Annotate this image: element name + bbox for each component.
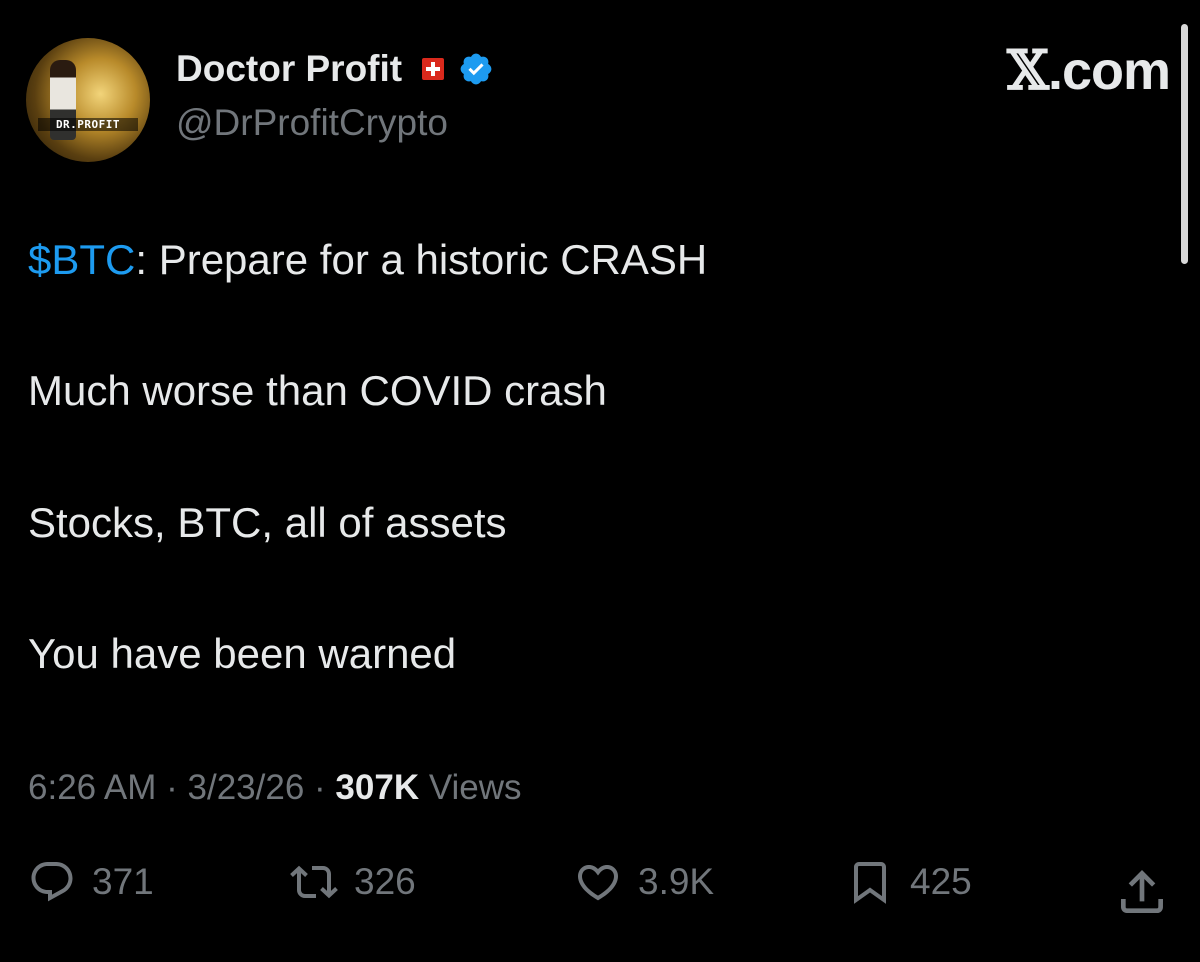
tweet-date[interactable]: 3/23/26 xyxy=(188,768,305,807)
reply-icon xyxy=(31,862,73,902)
tweet-header: DR.PROFIT Doctor Profit @DrProfitCrypto xyxy=(26,38,1176,162)
views-label: Views xyxy=(419,768,522,807)
author-name-row: Doctor Profit xyxy=(176,48,494,90)
meta-separator: · xyxy=(156,768,188,807)
tweet-line-2: Much worse than COVID crash xyxy=(28,367,607,414)
bookmark-icon xyxy=(854,862,886,904)
avatar[interactable]: DR.PROFIT xyxy=(26,38,150,162)
repost-count: 326 xyxy=(354,861,416,902)
reply-count: 371 xyxy=(92,861,154,902)
tweet-line-3: Stocks, BTC, all of assets xyxy=(28,499,507,546)
reply-button[interactable]: 371 xyxy=(28,858,154,906)
tweet-line-1-text: : Prepare for a historic CRASH xyxy=(135,236,708,283)
swiss-flag-icon xyxy=(422,58,445,80)
tweet-meta: 6:26 AM · 3/23/26 · 307K Views xyxy=(28,768,522,808)
meta-separator: · xyxy=(304,768,336,807)
brand-domain: .com xyxy=(1047,41,1171,101)
action-bar: 371 326 3.9K 425 xyxy=(0,858,1200,922)
verified-badge-icon[interactable] xyxy=(458,51,494,87)
cashtag-link[interactable]: $BTC xyxy=(28,236,135,283)
tweet-line-1: $BTC: Prepare for a historic CRASH xyxy=(28,236,707,284)
like-button[interactable]: 3.9K xyxy=(574,858,714,906)
heart-icon xyxy=(577,865,619,901)
x-logo-glyph: 𝕏 xyxy=(1007,38,1049,102)
author-display-name[interactable]: Doctor Profit xyxy=(176,48,402,90)
tweet-line-4: You have been warned xyxy=(28,630,457,677)
repost-icon xyxy=(290,865,338,899)
tweet-time[interactable]: 6:26 AM xyxy=(28,768,156,807)
like-count: 3.9K xyxy=(638,861,715,902)
bookmark-count: 425 xyxy=(910,861,972,902)
repost-button[interactable]: 326 xyxy=(290,858,416,906)
share-icon[interactable] xyxy=(1114,864,1170,920)
bookmark-button[interactable]: 425 xyxy=(846,858,972,906)
author-handle[interactable]: @DrProfitCrypto xyxy=(176,102,448,144)
x-com-watermark: 𝕏.com xyxy=(1007,38,1171,102)
scrollbar[interactable] xyxy=(1181,24,1188,264)
avatar-logo-text: DR.PROFIT xyxy=(38,118,138,131)
views-count: 307K xyxy=(335,768,420,807)
